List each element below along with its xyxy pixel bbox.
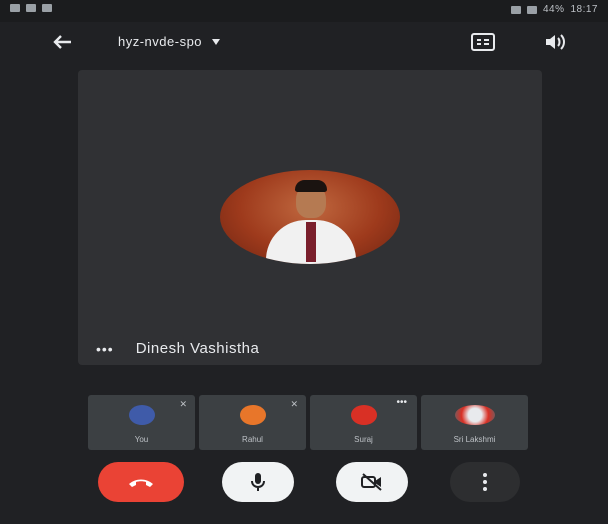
camera-button[interactable] [336, 462, 408, 502]
avatar-tie [306, 222, 316, 262]
end-call-button[interactable] [98, 462, 184, 502]
signal-icon [510, 5, 521, 14]
notification-icon [42, 4, 52, 12]
meeting-code-dropdown[interactable]: hyz-nvde-spo [118, 34, 221, 49]
more-options-button[interactable] [450, 462, 520, 502]
arrow-left-icon [53, 35, 71, 49]
thumbnail-sri-lakshmi[interactable]: Sri Lakshmi [421, 395, 528, 450]
top-bar: hyz-nvde-spo [0, 22, 608, 62]
thumbnail-avatar [128, 405, 155, 425]
status-bar: 44% 18:17 [0, 0, 608, 22]
notification-icon [26, 4, 36, 12]
thumbnail-label: You [134, 435, 149, 444]
notification-icon [10, 4, 20, 12]
mic-off-icon: ✕ [179, 399, 187, 409]
main-participant-tile[interactable]: ••• Dinesh Vashistha [78, 70, 542, 365]
thumbnail-label: Sri Lakshmi [453, 435, 496, 444]
wifi-icon [526, 5, 537, 14]
thumbnail-avatar [239, 405, 266, 425]
meeting-code: hyz-nvde-spo [118, 34, 203, 49]
mic-button[interactable] [222, 462, 294, 502]
call-end-icon [129, 479, 153, 487]
clock: 18:17 [570, 4, 598, 15]
status-bar-left [10, 4, 52, 12]
more-horizontal-icon[interactable]: ••• [396, 397, 407, 408]
more-horizontal-icon[interactable]: ••• [96, 341, 114, 357]
thumbnail-avatar [454, 405, 495, 425]
camera-off-icon [361, 473, 382, 491]
more-vertical-icon [483, 473, 487, 491]
thumbnail-label: Rahul [242, 435, 263, 444]
mic-icon [251, 473, 265, 491]
participant-avatar [220, 170, 400, 264]
participant-name: Dinesh Vashistha [135, 340, 260, 357]
back-button[interactable] [48, 30, 76, 54]
chevron-down-icon [212, 38, 221, 45]
status-bar-right: 44% 18:17 [510, 4, 598, 15]
mic-off-icon: ✕ [290, 399, 298, 409]
speaker-button[interactable] [540, 28, 570, 56]
avatar-hair [295, 180, 327, 192]
call-controls [0, 460, 608, 510]
participant-thumbnails: ✕ You ✕ Rahul ••• Suraj Sri Lakshmi [88, 395, 528, 450]
main-tile-footer: ••• Dinesh Vashistha [96, 340, 259, 357]
thumbnail-suraj[interactable]: ••• Suraj [310, 395, 417, 450]
speaker-icon [546, 34, 565, 50]
battery-level: 44% [542, 4, 565, 15]
thumbnail-avatar [350, 405, 377, 425]
captions-icon [471, 33, 495, 51]
thumbnail-you[interactable]: ✕ You [88, 395, 195, 450]
captions-button[interactable] [468, 28, 498, 56]
thumbnail-label: Suraj [354, 435, 373, 444]
thumbnail-rahul[interactable]: ✕ Rahul [199, 395, 306, 450]
